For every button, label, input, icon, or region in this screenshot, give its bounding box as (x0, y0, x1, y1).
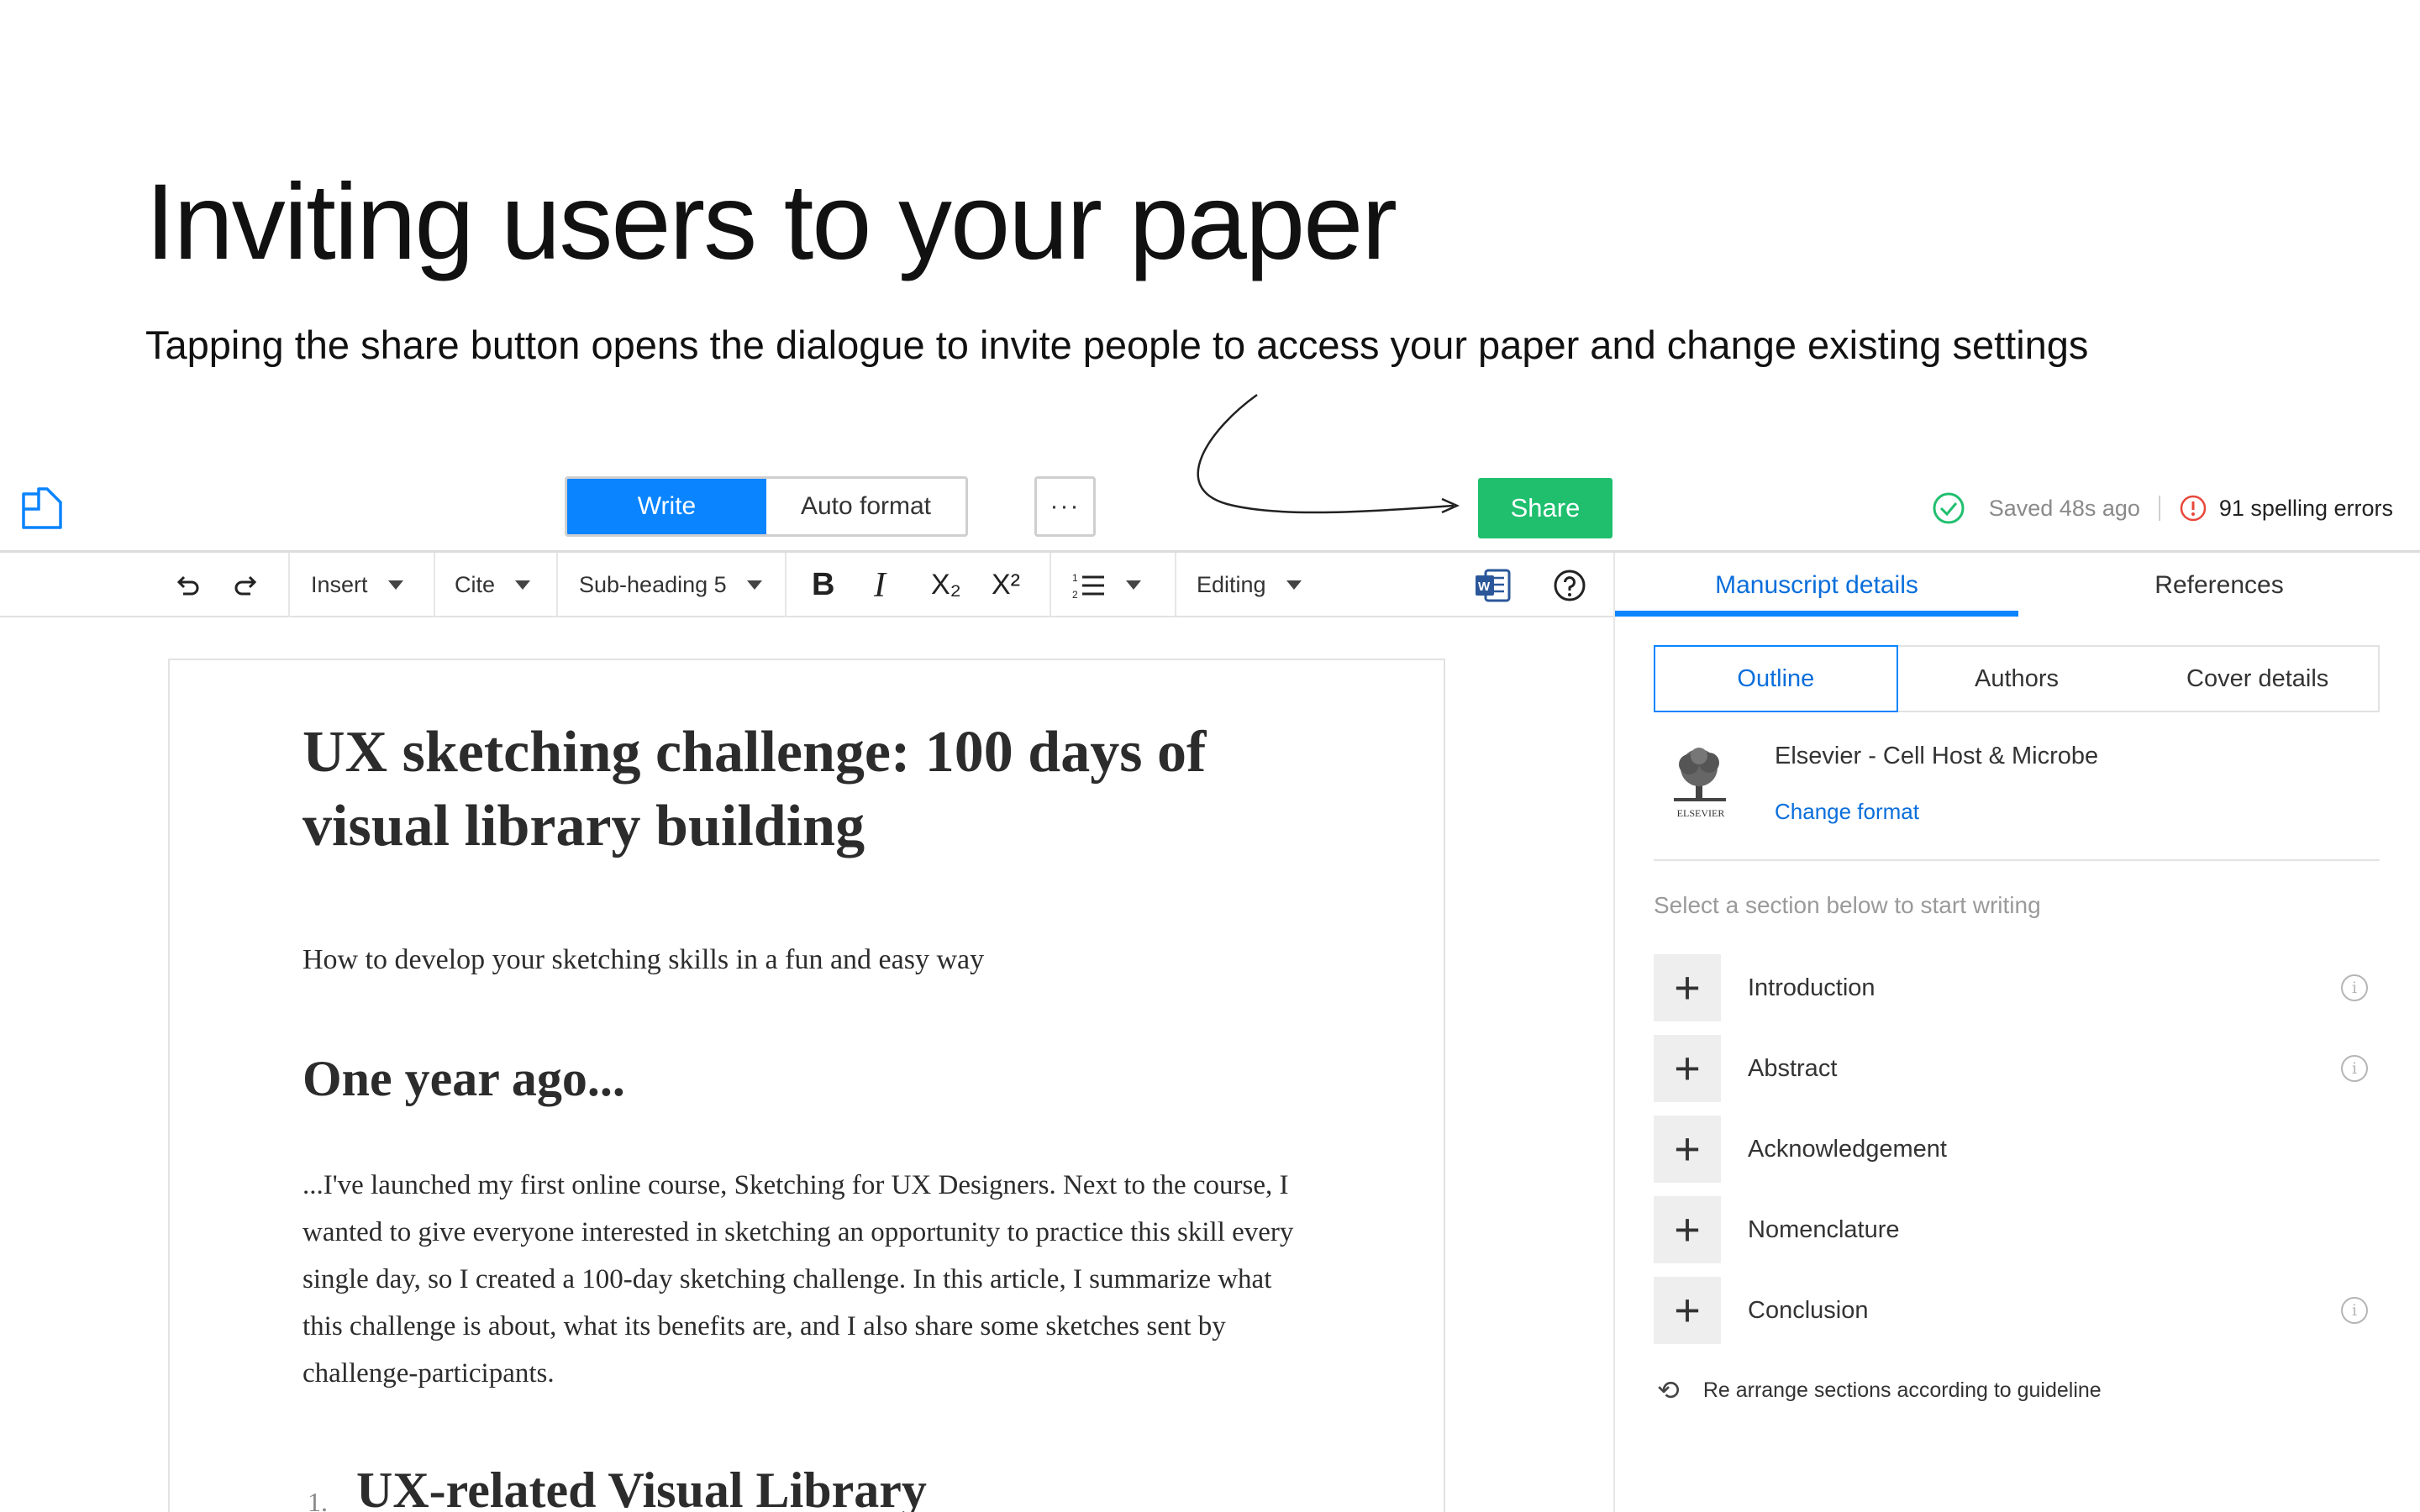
document-list-heading[interactable]: UX-related Visual Library (356, 1462, 927, 1512)
error-alert-icon[interactable] (2179, 494, 2207, 522)
insert-label: Insert (311, 572, 368, 597)
change-format-link[interactable]: Change format (1775, 799, 1919, 825)
toolbar-divider (1050, 553, 1051, 617)
pointer-arrow-icon (1197, 393, 1460, 514)
chevron-down-icon (746, 580, 762, 590)
auto-format-button[interactable]: Auto format (766, 479, 965, 534)
add-section-icon[interactable]: + (1654, 1035, 1721, 1102)
chevron-down-icon (515, 580, 531, 590)
spelling-errors-link[interactable]: 91 spelling errors (2219, 496, 2393, 522)
panel-divider-line (1654, 859, 2380, 861)
panel-divider (1613, 553, 1615, 1512)
section-item-abstract[interactable]: + Abstract i (1654, 1035, 2380, 1102)
section-item-introduction[interactable]: + Introduction i (1654, 954, 2380, 1021)
write-mode-button[interactable]: Write (567, 479, 766, 534)
add-section-icon[interactable]: + (1654, 954, 1721, 1021)
manuscript-sub-tabs: Outline Authors Cover details (1654, 645, 2380, 712)
editing-mode-label: Editing (1197, 572, 1266, 597)
add-section-icon[interactable]: + (1654, 1196, 1721, 1263)
cite-label: Cite (455, 572, 496, 597)
section-item-nomenclature[interactable]: + Nomenclature (1654, 1196, 2380, 1263)
redo-icon (234, 575, 257, 595)
section-hint-text: Select a section below to start writing (1654, 892, 2041, 918)
journal-name: Elsevier - Cell Host & Microbe (1775, 743, 2099, 769)
chevron-down-icon (1286, 580, 1302, 590)
rearrange-label: Re arrange sections according to guideli… (1702, 1378, 2102, 1402)
tab-manuscript-details[interactable]: Manuscript details (1615, 553, 2018, 617)
rearrange-sections-link[interactable]: ⟲ Re arrange sections according to guide… (1657, 1374, 2102, 1406)
heading-style-label: Sub-heading 5 (579, 572, 727, 597)
active-tab-indicator (1615, 611, 2018, 617)
document-title[interactable]: UX sketching challenge: 100 days of visu… (302, 716, 1361, 864)
elsevier-logo: ELSEVIER (1674, 748, 1726, 819)
info-icon[interactable]: i (2341, 1297, 2368, 1324)
heading-style-dropdown[interactable]: Sub-heading 5 (579, 553, 762, 617)
tab-authors[interactable]: Authors (1897, 647, 2138, 711)
tab-outline[interactable]: Outline (1654, 645, 1898, 712)
app-logo-icon[interactable] (18, 486, 66, 533)
info-icon[interactable]: i (2341, 974, 2368, 1001)
list-number: 1. (308, 1487, 328, 1512)
insert-dropdown[interactable]: Insert (311, 553, 403, 617)
toolbar-divider (785, 553, 786, 617)
numbered-list-icon: 12 (1072, 572, 1104, 601)
mode-toggle: Write Auto format (565, 476, 968, 537)
section-label: Introduction (1748, 974, 1876, 1001)
help-icon (1554, 570, 1586, 601)
undo-button[interactable] (171, 553, 202, 617)
document-paragraph[interactable]: ...I've launched my first online course,… (302, 1162, 1311, 1397)
toolbar-divider (556, 553, 558, 617)
section-label: Conclusion (1748, 1296, 1869, 1324)
info-icon[interactable]: i (2341, 1055, 2368, 1082)
svg-text:1: 1 (1072, 572, 1078, 584)
share-button[interactable]: Share (1478, 478, 1612, 538)
rearrange-icon: ⟲ (1657, 1375, 1680, 1405)
chevron-down-icon (387, 580, 403, 590)
toolbar-divider (288, 553, 290, 617)
section-label: Abstract (1748, 1054, 1838, 1082)
section-label: Acknowledgement (1748, 1135, 1947, 1163)
status-divider (2158, 496, 2160, 521)
word-icon: W (1476, 569, 1511, 601)
italic-button[interactable]: I (874, 553, 886, 617)
document-heading[interactable]: One year ago... (302, 1050, 625, 1108)
elsevier-wordmark: ELSEVIER (1677, 807, 1725, 819)
numbered-list-dropdown[interactable]: 12 (1072, 553, 1141, 617)
add-section-icon[interactable]: + (1654, 1277, 1721, 1344)
add-section-icon[interactable]: + (1654, 1116, 1721, 1183)
tab-references[interactable]: References (2018, 553, 2420, 617)
toolbar-divider (1175, 553, 1176, 617)
word-export-button[interactable]: W (1474, 553, 1512, 617)
section-label: Nomenclature (1748, 1215, 1900, 1243)
slide-subtitle: Tapping the share button opens the dialo… (145, 323, 2089, 367)
redo-button[interactable] (232, 553, 262, 617)
editing-mode-dropdown[interactable]: Editing (1197, 553, 1302, 617)
more-options-button[interactable]: ··· (1034, 476, 1096, 537)
help-button[interactable] (1553, 553, 1586, 617)
saved-check-icon (1933, 492, 1965, 524)
section-item-acknowledgement[interactable]: + Acknowledgement (1654, 1116, 2380, 1183)
svg-text:W: W (1478, 580, 1491, 594)
section-item-conclusion[interactable]: + Conclusion i (1654, 1277, 2380, 1344)
editor-toolbar: Insert Cite Sub-heading 5 B I X₂ X² 12 E… (0, 553, 1613, 617)
subscript-button[interactable]: X₂ (931, 553, 961, 617)
saved-time-text: Saved 48s ago (1988, 495, 2140, 521)
bold-button[interactable]: B (812, 553, 834, 617)
tab-cover-details[interactable]: Cover details (2137, 647, 2378, 711)
cite-dropdown[interactable]: Cite (455, 553, 531, 617)
toolbar-divider (434, 553, 435, 617)
superscript-button[interactable]: X² (992, 553, 1020, 617)
chevron-down-icon (1126, 580, 1141, 590)
save-status: Saved 48s ago 91 spelling errors (1932, 487, 2393, 529)
slide-title: Inviting users to your paper (145, 162, 1397, 282)
document-subtitle[interactable]: How to develop your sketching skills in … (302, 944, 984, 976)
undo-icon (176, 575, 199, 595)
svg-text:2: 2 (1072, 589, 1078, 601)
